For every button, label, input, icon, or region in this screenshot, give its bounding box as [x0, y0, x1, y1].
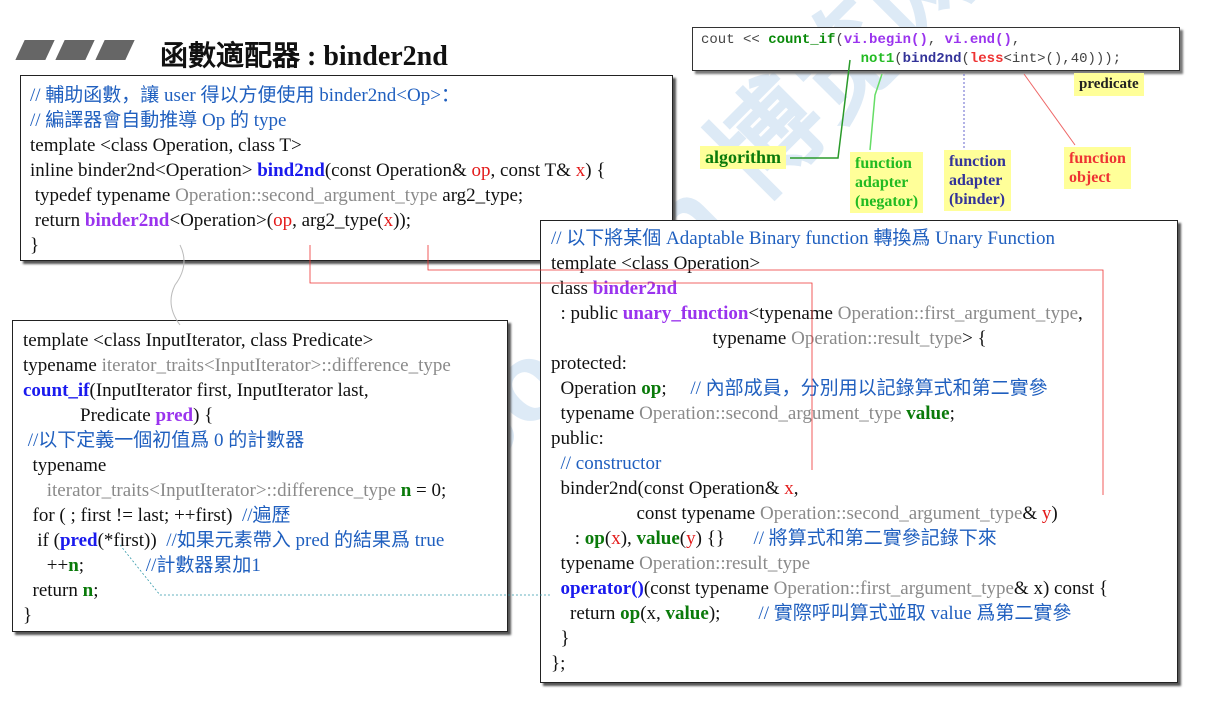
- link-op: [309, 245, 813, 470]
- link-x: [427, 245, 1104, 495]
- slide: 函數適配器 : binder2nd Boolan 博览网 cout << cou…: [0, 0, 1216, 718]
- arrow-algorithm: [790, 59, 851, 159]
- link-pred: [119, 544, 550, 596]
- annotation-arrows: [119, 59, 1104, 596]
- link-squiggle: [170, 244, 185, 326]
- arrow-function-object: [1023, 73, 1076, 146]
- arrow-negator: [869, 73, 883, 151]
